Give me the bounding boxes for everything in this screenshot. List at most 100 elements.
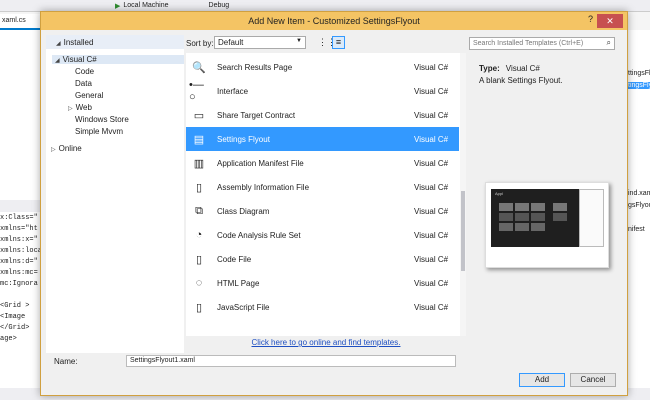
collapse-arrow-icon[interactable]: ◢ [55, 58, 60, 64]
installed-header[interactable]: ◢ Installed [46, 35, 184, 49]
tree-item-visual-csharp[interactable]: ◢ Visual C# [52, 55, 184, 64]
detail-pane: Type: Visual C# A blank Settings Flyout. … [469, 54, 617, 350]
item-language: Visual C# [414, 86, 449, 96]
add-new-item-dialog: Add New Item - Customized SettingsFlyout… [40, 11, 628, 396]
list-item[interactable]: ◌ HTML Page Visual C# [186, 271, 459, 295]
run-icon[interactable]: ▶ [115, 2, 120, 10]
share-target-icon: ▭ [193, 109, 205, 122]
item-language: Visual C# [414, 278, 449, 288]
code-line: xmlns:loca [0, 247, 43, 255]
list-item[interactable]: ▤ Settings Flyout Visual C# [186, 127, 459, 151]
item-name: Application Manifest File [217, 158, 304, 168]
item-name: Code Analysis Rule Set [217, 230, 301, 240]
settings-flyout-icon: ▤ [193, 133, 205, 146]
code-line: mc:Ignora [0, 280, 38, 288]
item-name: Interface [217, 86, 249, 96]
dialog-title: Add New Item - Customized SettingsFlyout [248, 16, 420, 26]
solution-item[interactable]: nifest [628, 226, 645, 233]
close-button[interactable]: ✕ [597, 14, 623, 28]
item-language: Visual C# [414, 110, 449, 120]
solution-item[interactable]: tingsFlyout [628, 82, 650, 89]
scrollbar[interactable] [460, 53, 466, 336]
item-language: Visual C# [414, 134, 449, 144]
item-name: Search Results Page [217, 62, 293, 72]
item-name: Code File [217, 254, 252, 264]
item-name: Share Target Contract [217, 110, 296, 120]
collapse-arrow-icon[interactable]: ◢ [56, 41, 61, 47]
item-name: Assembly Information File [217, 182, 310, 192]
tree-item-general[interactable]: General [75, 91, 103, 100]
item-name: JavaScript File [217, 302, 270, 312]
class-diagram-icon: ⧉ [195, 204, 203, 217]
code-line: xmlns:mc= [0, 269, 38, 277]
scroll-thumb[interactable] [461, 191, 465, 271]
html-page-icon: ◌ [195, 277, 203, 289]
javascript-file-icon: ▯ [195, 301, 203, 314]
online-templates-link[interactable]: Click here to go online and find templat… [186, 338, 466, 347]
list-item[interactable]: ⧉ Class Diagram Visual C# [186, 199, 459, 223]
item-language: Visual C# [414, 206, 449, 216]
code-line: xmlns:x=" [0, 236, 38, 244]
code-line: xmlns="ht [0, 225, 38, 233]
tree-item-online[interactable]: ▷ Online [51, 144, 82, 153]
solution-item[interactable]: ttingsFlyout [628, 70, 650, 77]
list-item[interactable]: ▭ Share Target Contract Visual C# [186, 103, 459, 127]
title-bar[interactable]: Add New Item - Customized SettingsFlyout… [41, 12, 627, 30]
search-page-icon: 🔍 [192, 61, 206, 74]
tree-item-simple-mvvm[interactable]: Simple Mvvm [75, 127, 123, 136]
item-name: HTML Page [217, 278, 260, 288]
sort-label: Sort by: [186, 39, 214, 48]
code-line: x:Class=" [0, 214, 38, 222]
manifest-file-icon: ▥ [193, 157, 205, 170]
list-item[interactable]: ▥ Application Manifest File Visual C# [186, 151, 459, 175]
run-target[interactable]: Local Machine [123, 2, 168, 9]
interface-icon: •—○ [189, 79, 204, 103]
type-line: Type: Visual C# [479, 64, 540, 73]
rule-set-icon: ◔ [195, 229, 203, 241]
add-button[interactable]: Add [519, 373, 565, 387]
code-line: <Grid > [0, 302, 30, 310]
expand-arrow-icon[interactable]: ▷ [68, 106, 73, 112]
chevron-down-icon: ▼ [296, 38, 302, 44]
search-input[interactable]: Search Installed Templates (Ctrl+E) ⌕ [469, 37, 615, 50]
cancel-button[interactable]: Cancel [570, 373, 616, 387]
template-preview-image: Appl [485, 182, 609, 268]
grid-view-icon[interactable]: ⋮⋮ [318, 37, 336, 48]
template-list[interactable]: 🔍 Search Results Page Visual C# •—○ Interfac… [186, 53, 466, 336]
list-item[interactable]: ▯ Code File Visual C# [186, 247, 459, 271]
code-editor-toolbar [0, 200, 40, 212]
list-item[interactable]: •—○ Interface Visual C# [186, 79, 459, 103]
code-file-icon: ▯ [195, 253, 203, 266]
solution-item[interactable]: gsFlyout [628, 202, 650, 209]
config-select[interactable]: Debug [209, 2, 230, 9]
solution-item[interactable]: ind.xaml [628, 190, 650, 197]
category-tree: ◢ Installed ◢ Visual C# Code Data General … [46, 35, 184, 353]
tree-item-windows-store[interactable]: Windows Store [75, 115, 129, 124]
list-item[interactable]: ◔ Code Analysis Rule Set Visual C# [186, 223, 459, 247]
item-language: Visual C# [414, 182, 449, 192]
code-line: <Image [0, 313, 26, 321]
code-line: xmlns:d=" [0, 258, 38, 266]
search-icon[interactable]: ⌕ [607, 38, 611, 48]
list-item[interactable]: ▯ JavaScript File Visual C# [186, 295, 459, 319]
expand-arrow-icon[interactable]: ▷ [51, 147, 56, 153]
tree-item-web[interactable]: ▷ Web [68, 103, 92, 112]
item-name: Class Diagram [217, 206, 270, 216]
item-language: Visual C# [414, 62, 449, 72]
code-line: age> [0, 335, 17, 343]
assembly-info-icon: ▯ [195, 181, 203, 194]
item-language: Visual C# [414, 302, 449, 312]
list-item[interactable]: 🔍 Search Results Page Visual C# [186, 55, 459, 79]
code-line: </Grid> [0, 324, 30, 332]
list-item[interactable]: ▯ Assembly Information File Visual C# [186, 175, 459, 199]
list-view-icon[interactable]: ≡ [332, 36, 345, 49]
item-name: Settings Flyout [217, 134, 270, 144]
name-field[interactable]: SettingsFlyout1.xaml [126, 355, 456, 367]
sort-bar: Sort by: Default ▼ ⋮⋮ ≡ [186, 35, 466, 51]
name-label: Name: [54, 357, 78, 366]
editor-tab[interactable]: xaml.cs [0, 14, 40, 30]
tree-item-code[interactable]: Code [75, 67, 94, 76]
help-button[interactable]: ? [588, 14, 593, 24]
tree-item-data[interactable]: Data [75, 79, 92, 88]
sort-select[interactable]: Default ▼ [214, 36, 306, 49]
